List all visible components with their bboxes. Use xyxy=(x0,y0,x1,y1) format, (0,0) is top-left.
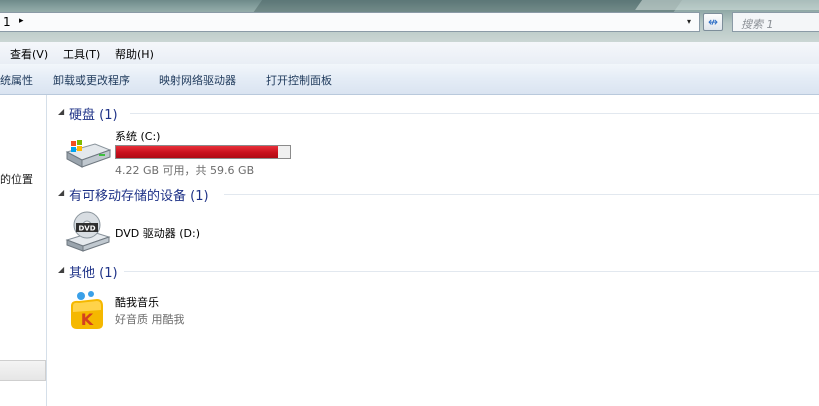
drive-d-name: DVD 驱动器 (D:) xyxy=(115,227,201,240)
menu-bar: 查看(V) 工具(T) 帮助(H) xyxy=(0,42,819,65)
drive-c-item[interactable]: 系统 (C:) 4.22 GB 可用，共 59.6 GB xyxy=(60,127,310,179)
dvd-logo-text: DVD xyxy=(78,225,95,233)
breadcrumb-arrow-icon[interactable]: ▸ xyxy=(19,16,24,26)
navigation-pane: 的位置 xyxy=(0,95,47,406)
open-control-panel-button[interactable]: 打开控制面板 xyxy=(266,72,332,88)
menu-help[interactable]: 帮助(H) xyxy=(115,46,154,62)
menu-tools[interactable]: 工具(T) xyxy=(63,46,100,62)
search-placeholder: 搜索 1 xyxy=(741,18,774,31)
address-history-dropdown-icon[interactable]: ▾ xyxy=(687,17,691,26)
collapse-triangle-icon[interactable]: ◢ xyxy=(58,265,64,274)
aero-glass-streak xyxy=(253,0,687,12)
map-network-drive-button[interactable]: 映射网络驱动器 xyxy=(159,72,236,88)
title-bar: 1 ▸ ▾ ↮ 搜索 1 xyxy=(0,0,819,42)
group-divider xyxy=(130,113,819,114)
drive-c-name: 系统 (C:) xyxy=(115,130,161,143)
drive-c-usage-fill xyxy=(116,146,278,158)
content-pane: ◢ 硬盘 (1) 系统 (C:) 4.22 GB 可用，共 59.6 GB ◢ … xyxy=(48,95,819,406)
search-box[interactable]: 搜索 1 xyxy=(732,12,819,32)
drive-c-free-space: 4.22 GB 可用，共 59.6 GB xyxy=(115,164,255,177)
drive-c-usage-bar xyxy=(115,145,291,159)
system-properties-button[interactable]: 统属性 xyxy=(0,72,33,88)
nav-item-locations[interactable]: 的位置 xyxy=(0,171,33,187)
group-header-removable-storage[interactable]: ◢ 有可移动存储的设备 (1) xyxy=(54,183,819,205)
group-title: 硬盘 (1) xyxy=(69,108,118,123)
collapse-triangle-icon[interactable]: ◢ xyxy=(58,188,64,197)
group-divider xyxy=(224,194,819,195)
aero-glass-highlight xyxy=(635,0,819,10)
kuwo-music-name: 酷我音乐 xyxy=(115,296,159,309)
refresh-icon: ↮ xyxy=(707,15,719,29)
kuwo-music-icon: K xyxy=(71,291,103,329)
drive-d-item[interactable]: DVD DVD 驱动器 (D:) xyxy=(60,208,260,254)
menu-view[interactable]: 查看(V) xyxy=(10,46,48,62)
nav-item-selected[interactable] xyxy=(0,360,46,381)
kuwo-logo-letter: K xyxy=(81,310,94,329)
kuwo-music-description: 好音质 用酷我 xyxy=(115,313,185,326)
refresh-button[interactable]: ↮ xyxy=(703,13,723,31)
kuwo-music-item[interactable]: K 酷我音乐 好音质 用酷我 xyxy=(60,288,260,332)
address-path[interactable]: 1 xyxy=(3,15,11,29)
group-divider xyxy=(124,271,819,272)
group-header-hard-disks[interactable]: ◢ 硬盘 (1) xyxy=(54,102,819,124)
uninstall-program-button[interactable]: 卸载或更改程序 xyxy=(53,72,130,88)
address-bar[interactable]: 1 ▸ ▾ xyxy=(0,12,700,32)
group-header-other[interactable]: ◢ 其他 (1) xyxy=(54,260,819,282)
command-bar: 统属性 卸载或更改程序 映射网络驱动器 打开控制面板 xyxy=(0,64,819,95)
collapse-triangle-icon[interactable]: ◢ xyxy=(58,107,64,116)
group-title: 其他 (1) xyxy=(69,266,118,281)
hard-drive-icon xyxy=(65,140,111,168)
group-title: 有可移动存储的设备 (1) xyxy=(69,189,209,204)
dvd-drive-icon: DVD xyxy=(65,211,111,252)
